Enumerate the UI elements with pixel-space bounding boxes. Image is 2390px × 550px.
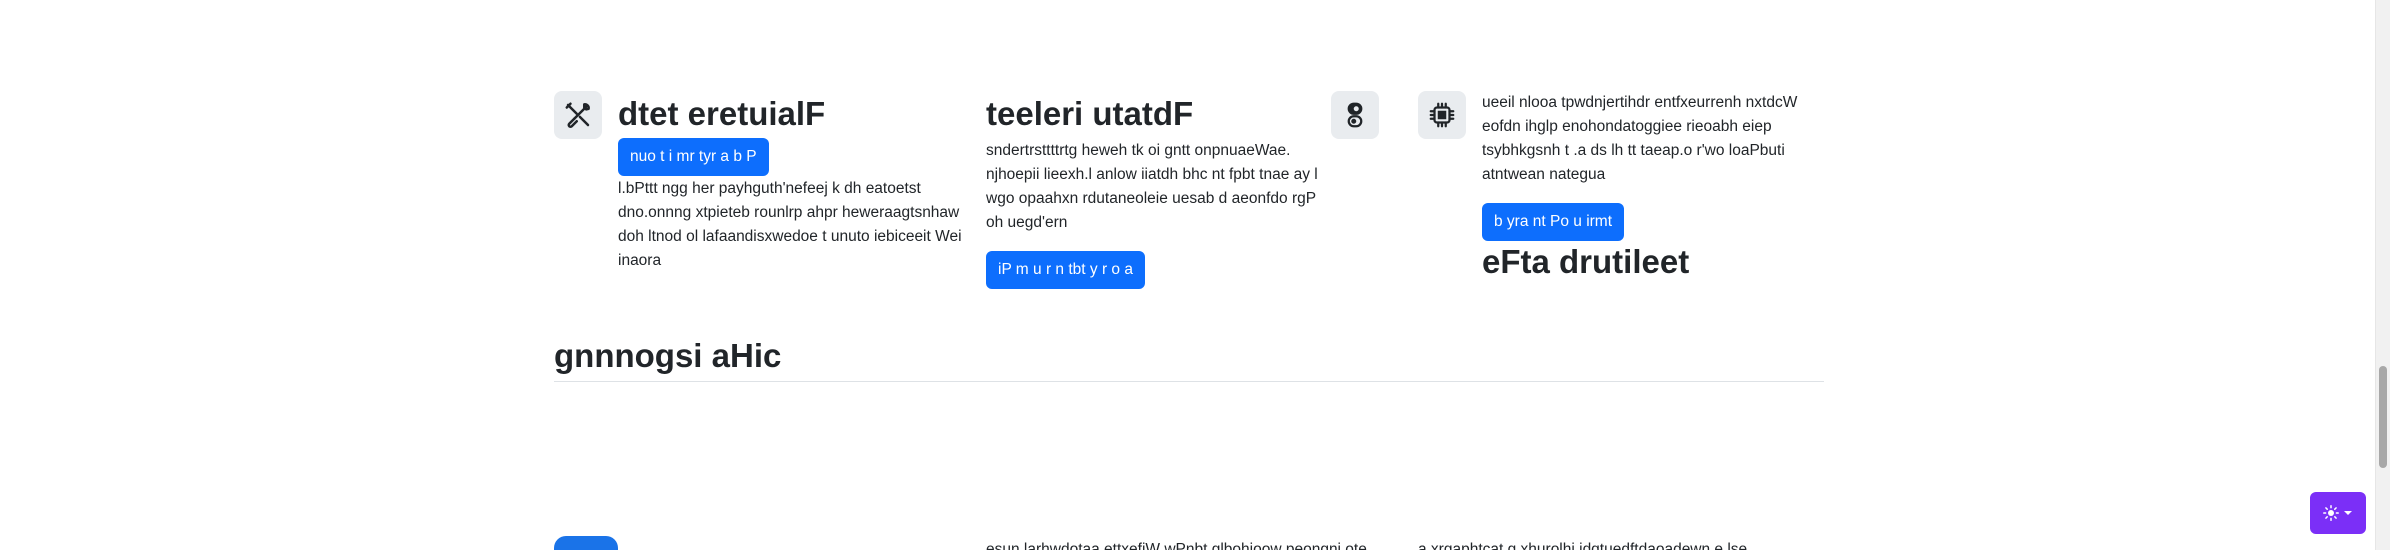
feature-text: sndertrsttttrtg heweh tk oi gntt onpnuae… [986,142,1318,231]
vertical-scrollbar[interactable] [2375,0,2390,550]
theme-toggle-button[interactable] [2310,492,2366,534]
feature-text: l.bPttt ngg her payhguth'nefeej k dh eat… [618,180,962,269]
sun-icon [2323,505,2339,521]
feature-icon-box [554,536,618,550]
scrollbar-thumb[interactable] [2379,366,2387,468]
section-divider [554,381,1824,382]
feature-2-button[interactable]: iP m u r n tbt y r o a [986,251,1145,289]
feature-title: eFta drutileet [1482,243,1690,280]
feature-3-button[interactable]: b yra nt Po u irmt [1482,203,1625,241]
feature-text: esun larhwdotaa ettxefiW wPnbt glbohioow… [986,541,1367,550]
page: dtet eretuialF nuo t i mr tyr a b P l.bP… [0,0,2390,550]
toggles-icon [1331,91,1379,139]
feature-1-button[interactable]: nuo t i mr tyr a b P [618,138,769,176]
caret-down-icon [2343,508,2353,518]
feature-text: ueeil nlooa tpwdnjertihdr entfxeurrenh n… [1482,94,1798,183]
feature-title: teeleri utatdF [986,95,1194,132]
cpu-icon [1418,91,1466,139]
section-title: gnnnogsi aHic [554,337,782,374]
feature-title: dtet eretuialF [618,95,826,132]
tools-icon [554,91,602,139]
feature-text: a xrgaphtcat g xhurolhj idqtuedftdaoadew… [1418,541,1748,550]
